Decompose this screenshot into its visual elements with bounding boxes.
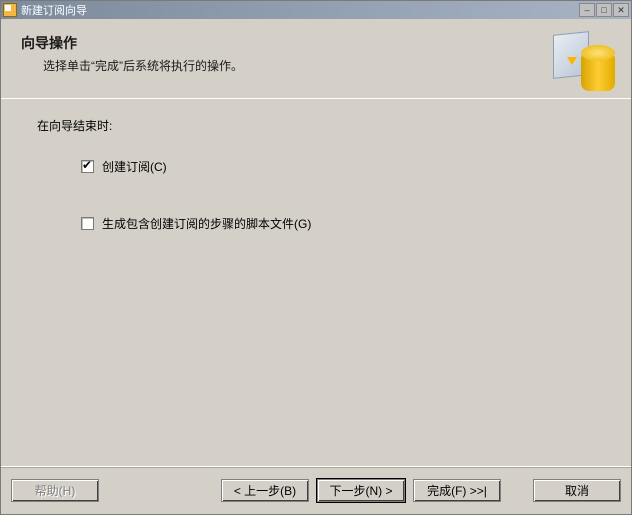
generate-script-row: 生成包含创建订阅的步骤的脚本文件(G) xyxy=(81,215,631,232)
wizard-header: 向导操作 选择单击“完成”后系统将执行的操作。 xyxy=(1,19,631,99)
help-button[interactable]: 帮助(H) xyxy=(11,479,99,502)
page-title: 向导操作 xyxy=(21,33,553,53)
section-label: 在向导结束时: xyxy=(37,117,631,134)
next-button[interactable]: 下一步(N) > xyxy=(317,479,405,502)
app-icon xyxy=(3,3,17,17)
close-button[interactable]: ✕ xyxy=(613,3,629,17)
cancel-button[interactable]: 取消 xyxy=(533,479,621,502)
header-text: 向导操作 选择单击“完成”后系统将执行的操作。 xyxy=(1,19,553,98)
window-title: 新建订阅向导 xyxy=(21,2,579,18)
wizard-window: 新建订阅向导 – □ ✕ 向导操作 选择单击“完成”后系统将执行的操作。 在向导… xyxy=(0,0,632,515)
wizard-graphic-icon xyxy=(553,29,615,91)
maximize-button[interactable]: □ xyxy=(596,3,612,17)
titlebar: 新建订阅向导 – □ ✕ xyxy=(1,1,631,19)
create-subscription-label: 创建订阅(C) xyxy=(102,158,167,175)
page-subtitle: 选择单击“完成”后系统将执行的操作。 xyxy=(43,57,553,74)
generate-script-checkbox[interactable] xyxy=(81,217,94,230)
create-subscription-checkbox[interactable] xyxy=(81,160,94,173)
window-controls: – □ ✕ xyxy=(579,3,629,17)
finish-button[interactable]: 完成(F) >>| xyxy=(413,479,501,502)
back-button[interactable]: < 上一步(B) xyxy=(221,479,309,502)
create-subscription-row: 创建订阅(C) xyxy=(81,158,631,175)
wizard-footer: 帮助(H) < 上一步(B) 下一步(N) > 完成(F) >>| 取消 xyxy=(1,466,631,514)
generate-script-label: 生成包含创建订阅的步骤的脚本文件(G) xyxy=(102,215,311,232)
wizard-content: 在向导结束时: 创建订阅(C) 生成包含创建订阅的步骤的脚本文件(G) xyxy=(1,99,631,466)
minimize-button[interactable]: – xyxy=(579,3,595,17)
